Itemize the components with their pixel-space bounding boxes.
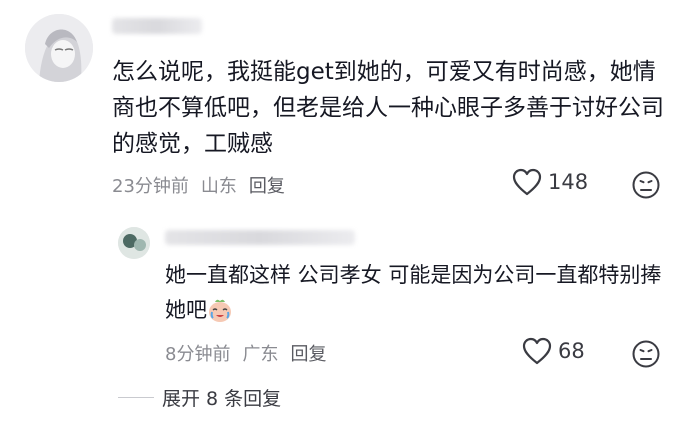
reply-dislike-button[interactable] <box>631 339 661 373</box>
comment-text: 怎么说呢，我挺能get到她的，可爱又有时尚感，她情商也不算低吧，但老是给人一种心… <box>112 59 664 157</box>
replier-name-blurred[interactable] <box>165 230 355 245</box>
expand-replies-label: 展开 8 条回复 <box>162 388 282 410</box>
comment-like-count: 148 <box>548 170 589 194</box>
comment-time: 23分钟前 <box>112 176 189 197</box>
comment-like-button[interactable]: 148 <box>512 168 588 196</box>
comment-reply-button[interactable]: 回复 <box>249 172 285 198</box>
reply-location: 广东 <box>242 344 279 365</box>
expand-divider <box>118 397 154 398</box>
comment-dislike-button[interactable] <box>631 170 661 204</box>
expand-replies-button[interactable]: 展开 8 条回复 <box>118 384 281 411</box>
reply-reply-button[interactable]: 回复 <box>290 340 326 366</box>
heart-icon <box>512 168 542 196</box>
reply-text: 她一直都这样 公司孝女 可能是因为公司一直都特别捧她吧 <box>165 258 665 328</box>
replier-avatar[interactable] <box>118 227 150 259</box>
unhappy-face-icon <box>632 171 660 199</box>
crying-laughing-emoji-icon <box>207 297 233 323</box>
reply-text-body: 她一直都这样 公司孝女 可能是因为公司一直都特别捧她吧 <box>165 263 662 322</box>
commenter-avatar[interactable] <box>25 14 93 82</box>
comment-meta: 23分钟前 山东 回复 <box>112 172 285 198</box>
reply-like-count: 68 <box>558 339 585 363</box>
reply-time: 8分钟前 <box>165 344 231 365</box>
reply-like-button[interactable]: 68 <box>522 337 585 365</box>
comment-location: 山东 <box>200 176 237 197</box>
reply-meta: 8分钟前 广东 回复 <box>165 340 326 366</box>
unhappy-face-icon <box>632 340 660 368</box>
commenter-name-blurred[interactable] <box>112 18 202 34</box>
heart-icon <box>522 337 552 365</box>
